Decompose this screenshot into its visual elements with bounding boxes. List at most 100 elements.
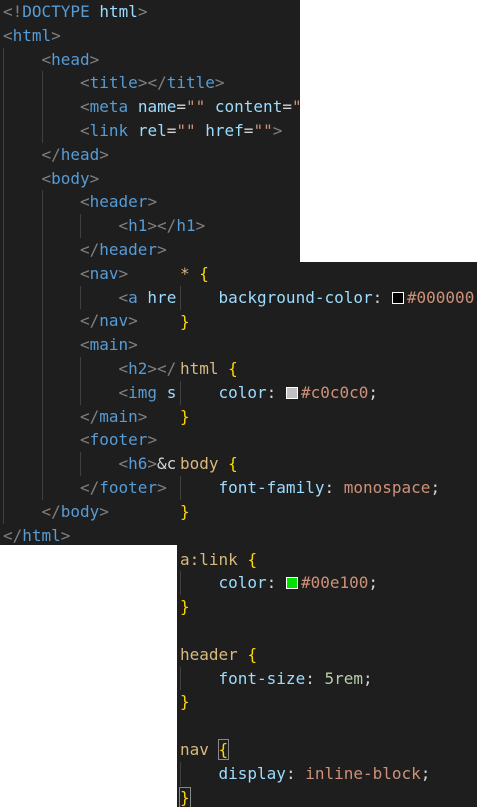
code-line: html { [180, 357, 238, 381]
code-token: font-family [218, 478, 325, 498]
code-line: } [180, 405, 190, 429]
color-swatch[interactable] [285, 577, 298, 590]
code-token: &c [157, 454, 177, 474]
code-token: : [285, 763, 306, 783]
code-token: > [99, 144, 109, 164]
code-line: </main> [80, 405, 147, 429]
code-line: </html> [3, 524, 70, 545]
code-line: } [179, 786, 191, 807]
code-token: > [214, 73, 225, 93]
code-token: * [180, 264, 190, 283]
code-line: display: inline-block; [219, 762, 431, 786]
indent-guide [80, 285, 81, 310]
code-line: background-color: #000000 [219, 286, 475, 310]
indent-guide [180, 285, 181, 310]
color-swatch[interactable] [391, 291, 404, 304]
code-line: * { [180, 262, 209, 286]
code-token: } [180, 502, 190, 521]
code-token: } [180, 311, 190, 331]
code-token: head [51, 49, 90, 69]
code-token: font-size [218, 668, 306, 688]
code-line: <nav> [80, 262, 128, 286]
code-token: > [60, 525, 71, 545]
code-token: > [157, 478, 167, 497]
code-token: link [89, 121, 129, 140]
code-token: name [137, 97, 177, 117]
code-token: > [128, 335, 138, 355]
code-token: < [80, 97, 90, 117]
code-token: ></ [147, 359, 177, 378]
code-token: html [12, 25, 52, 45]
code-token: inline-block [305, 763, 421, 783]
code-token: nav [99, 311, 129, 331]
code-line: </nav> [80, 309, 138, 333]
color-swatch[interactable] [285, 387, 298, 399]
code-token: a:link [180, 549, 238, 569]
code-token: <! [3, 2, 23, 21]
code-token: { [247, 644, 258, 664]
indent-guide [180, 571, 181, 596]
code-token: html [180, 359, 219, 379]
code-token: "" [185, 97, 206, 117]
code-token: > [147, 192, 158, 212]
code-token: s [166, 382, 177, 402]
code-token: > [147, 430, 158, 450]
code-token: h1 [176, 216, 196, 236]
code-token: html [99, 2, 138, 21]
code-token: < [80, 430, 90, 450]
indent-guide [41, 71, 43, 143]
code-line: font-size: 5rem; [219, 667, 373, 691]
code-token: </ [41, 144, 61, 164]
code-token: = [176, 97, 186, 117]
code-token: body [51, 168, 90, 188]
code-token: > [272, 121, 283, 140]
code-line: </body> [42, 500, 109, 524]
code-line: <h2></ [119, 357, 177, 381]
indent-guide [80, 357, 81, 405]
code-line: } [180, 690, 190, 714]
indent-guide [80, 214, 81, 238]
code-token: </ [3, 525, 23, 545]
code-token: = [166, 121, 177, 140]
indent-guide [180, 666, 181, 691]
code-line: a:link { [180, 548, 257, 572]
code-line: </footer> [80, 476, 167, 500]
code-token: > [195, 216, 206, 236]
code-token: > [51, 25, 61, 45]
code-line: color: #00e100; [219, 571, 379, 595]
code-line: </head> [42, 143, 109, 167]
css-code-editor[interactable]: * {background-color: #000000} html {color… [177, 262, 477, 807]
code-token: < [80, 335, 90, 355]
code-token: > [137, 406, 148, 426]
code-token: } [179, 786, 191, 807]
code-token: hre [147, 287, 177, 307]
code-token: 5rem [324, 668, 363, 688]
code-line: header { [180, 643, 257, 667]
code-token: ; [363, 668, 373, 688]
code-token: > [147, 454, 158, 474]
code-line: body { [180, 452, 238, 476]
code-line: <html> [3, 24, 61, 48]
code-token: href [205, 121, 244, 140]
code-token: footer [99, 478, 158, 497]
code-token: < [118, 454, 129, 474]
code-line: <!DOCTYPE html> [3, 0, 148, 24]
code-token: > [118, 263, 129, 283]
code-token: } [180, 406, 190, 426]
code-line: <title></title> [80, 71, 225, 95]
code-line: color: #c0c0c0; [219, 381, 379, 405]
code-token: title [89, 73, 138, 93]
code-token: { [199, 264, 209, 283]
code-token: > [128, 311, 138, 331]
code-token: : [305, 668, 325, 688]
code-token: h1 [128, 216, 148, 236]
code-token: #00e100 [300, 573, 369, 593]
code-token: : [324, 478, 344, 498]
